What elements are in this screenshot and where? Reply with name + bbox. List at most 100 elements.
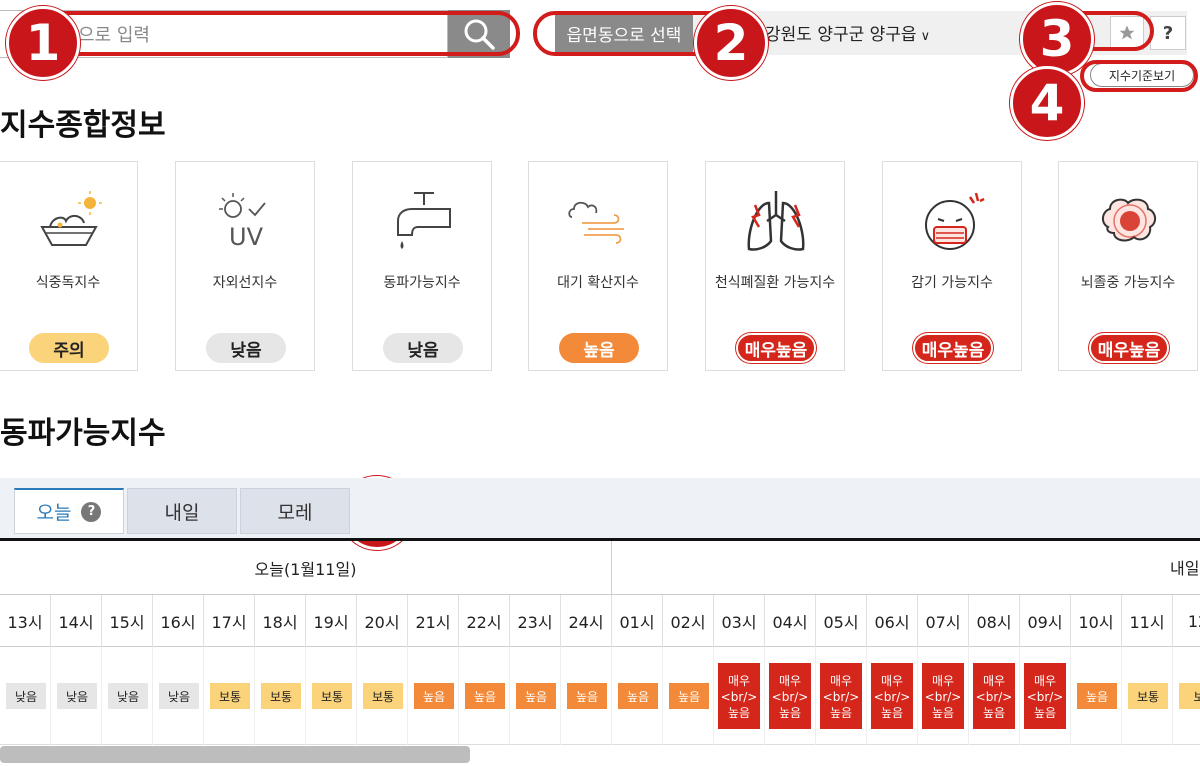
level-chip: 높음: [414, 683, 454, 709]
index-card-freeze[interactable]: 동파가능지수 낮음: [352, 161, 492, 371]
value-cell: 보통: [1122, 647, 1173, 745]
index-card-uv[interactable]: UV 자외선지수 낮음: [175, 161, 315, 371]
value-row: 낮음 낮음 낮음 낮음 보통 보통 보통 보통 높음 높음 높음 높음 높음 높음 매우 <br/> 높음 매…: [0, 647, 1200, 745]
tab-label: 모레: [277, 501, 313, 524]
level-chip: 보통: [261, 683, 301, 709]
level-chip: 매우 <br/> 높음: [922, 663, 964, 729]
hour-cell: 05시: [816, 595, 867, 647]
svg-text:UV: UV: [229, 223, 264, 251]
value-cell: 낮음: [153, 647, 204, 745]
hour-cell: 13시: [0, 595, 51, 647]
status-badge: 낮음: [383, 333, 463, 363]
level-chip: 보: [1179, 683, 1200, 709]
level-chip: 낮음: [57, 683, 97, 709]
scrollbar-thumb[interactable]: [0, 746, 470, 763]
level-chip: 매우 <br/> 높음: [718, 663, 760, 729]
value-cell: 높음: [561, 647, 612, 745]
help-button[interactable]: ?: [1150, 16, 1186, 50]
day-label-tomorrow: 내일: [1170, 559, 1200, 578]
hour-cell: 14시: [51, 595, 102, 647]
hour-header-row: 13시 14시 15시 16시 17시 18시 19시 20시 21시 22시 23시 24시 01시 0…: [0, 595, 1200, 647]
level-chip: 낮음: [6, 683, 46, 709]
level-chip: 보통: [1128, 683, 1168, 709]
day-tab-bar: 오늘 ? 내일 모레: [0, 478, 1200, 538]
hour-cell: 22시: [459, 595, 510, 647]
value-cell: 매우 <br/> 높음: [765, 647, 816, 745]
annotation-badge-3: 3: [1020, 2, 1094, 76]
value-cell: 높음: [663, 647, 714, 745]
mask-face-icon: [925, 192, 985, 250]
hour-cell: 15시: [102, 595, 153, 647]
uv-sun-icon: UV: [219, 193, 266, 251]
status-badge: 매우높음: [913, 333, 993, 363]
hour-cell: 06시: [867, 595, 918, 647]
value-cell: 낮음: [102, 647, 153, 745]
value-cell: 높음: [459, 647, 510, 745]
hour-cell: 01시: [612, 595, 663, 647]
index-card-stroke[interactable]: 뇌졸중 가능지수 매우높음: [1058, 161, 1198, 371]
annotation-badge-4: 4: [1010, 66, 1084, 140]
hour-cell: 17시: [204, 595, 255, 647]
level-chip: 높음: [465, 683, 505, 709]
status-badge: 높음: [559, 333, 639, 363]
section-title: 지수종합정보: [0, 108, 166, 143]
food-bowl-icon: [40, 191, 102, 246]
card-label: 천식폐질환 가능지수: [714, 275, 836, 291]
hour-cell: 11시: [1122, 595, 1173, 647]
card-label: 동파가능지수: [383, 275, 461, 291]
level-chip: 높음: [567, 683, 607, 709]
level-chip: 매우 <br/> 높음: [973, 663, 1015, 729]
hour-cell: 12: [1173, 595, 1200, 647]
hour-cell: 24시: [561, 595, 612, 647]
location-label: 강원도 양구군 양구읍: [765, 25, 917, 45]
hour-cell: 16시: [153, 595, 204, 647]
hour-cell: 10시: [1071, 595, 1122, 647]
index-card-asthma[interactable]: 천식폐질환 가능지수 매우높음: [705, 161, 845, 371]
level-chip: 보통: [210, 683, 250, 709]
day-header-row: 오늘(1월11일) 내일: [0, 541, 1200, 595]
tab-label: 내일: [164, 501, 200, 524]
tab-tomorrow[interactable]: 내일: [127, 488, 237, 534]
index-card-food-poisoning[interactable]: 식중독지수 주의: [0, 161, 138, 371]
value-cell: 보: [1173, 647, 1200, 745]
wind-cloud-icon: [568, 201, 624, 244]
hour-cell: 07시: [918, 595, 969, 647]
hour-cell: 19시: [306, 595, 357, 647]
hour-cell: 21시: [408, 595, 459, 647]
value-cell: 높음: [1071, 647, 1122, 745]
tab-day-after[interactable]: 모레: [240, 488, 350, 534]
value-cell: 보통: [204, 647, 255, 745]
hour-cell: 03시: [714, 595, 765, 647]
level-chip: 보통: [363, 683, 403, 709]
level-chip: 낮음: [108, 683, 148, 709]
annotation-ring-standard: [1080, 60, 1198, 92]
index-card-air-dispersion[interactable]: 대기 확산지수 높음: [528, 161, 668, 371]
value-cell: 매우 <br/> 높음: [867, 647, 918, 745]
faucet-icon: [397, 192, 451, 249]
card-label: 식중독지수: [35, 275, 101, 291]
status-badge: 주의: [29, 333, 109, 363]
value-cell: 매우 <br/> 높음: [969, 647, 1020, 745]
help-icon[interactable]: ?: [81, 501, 102, 522]
brain-icon: [1102, 198, 1156, 242]
index-card-cold[interactable]: 감기 가능지수 매우높음: [882, 161, 1022, 371]
value-cell: 매우 <br/> 높음: [714, 647, 765, 745]
card-label: 뇌졸중 가능지수: [1080, 275, 1176, 291]
hour-cell: 20시: [357, 595, 408, 647]
level-chip: 매우 <br/> 높음: [1024, 663, 1066, 729]
hour-cell: 23시: [510, 595, 561, 647]
value-cell: 보통: [357, 647, 408, 745]
location-dropdown[interactable]: 강원도 양구군 양구읍 ∨: [765, 20, 930, 45]
value-cell: 높음: [612, 647, 663, 745]
status-badge: 매우높음: [736, 333, 816, 363]
annotation-ring-search: [20, 11, 520, 56]
value-cell: 낮음: [0, 647, 51, 745]
tab-today[interactable]: 오늘 ?: [14, 488, 124, 534]
level-chip: 높음: [516, 683, 556, 709]
hour-cell: 04시: [765, 595, 816, 647]
card-label: 감기 가능지수: [911, 275, 993, 291]
hour-cell: 09시: [1020, 595, 1071, 647]
lungs-icon: [747, 191, 805, 251]
level-chip: 낮음: [159, 683, 199, 709]
annotation-badge-1: 1: [6, 6, 80, 80]
